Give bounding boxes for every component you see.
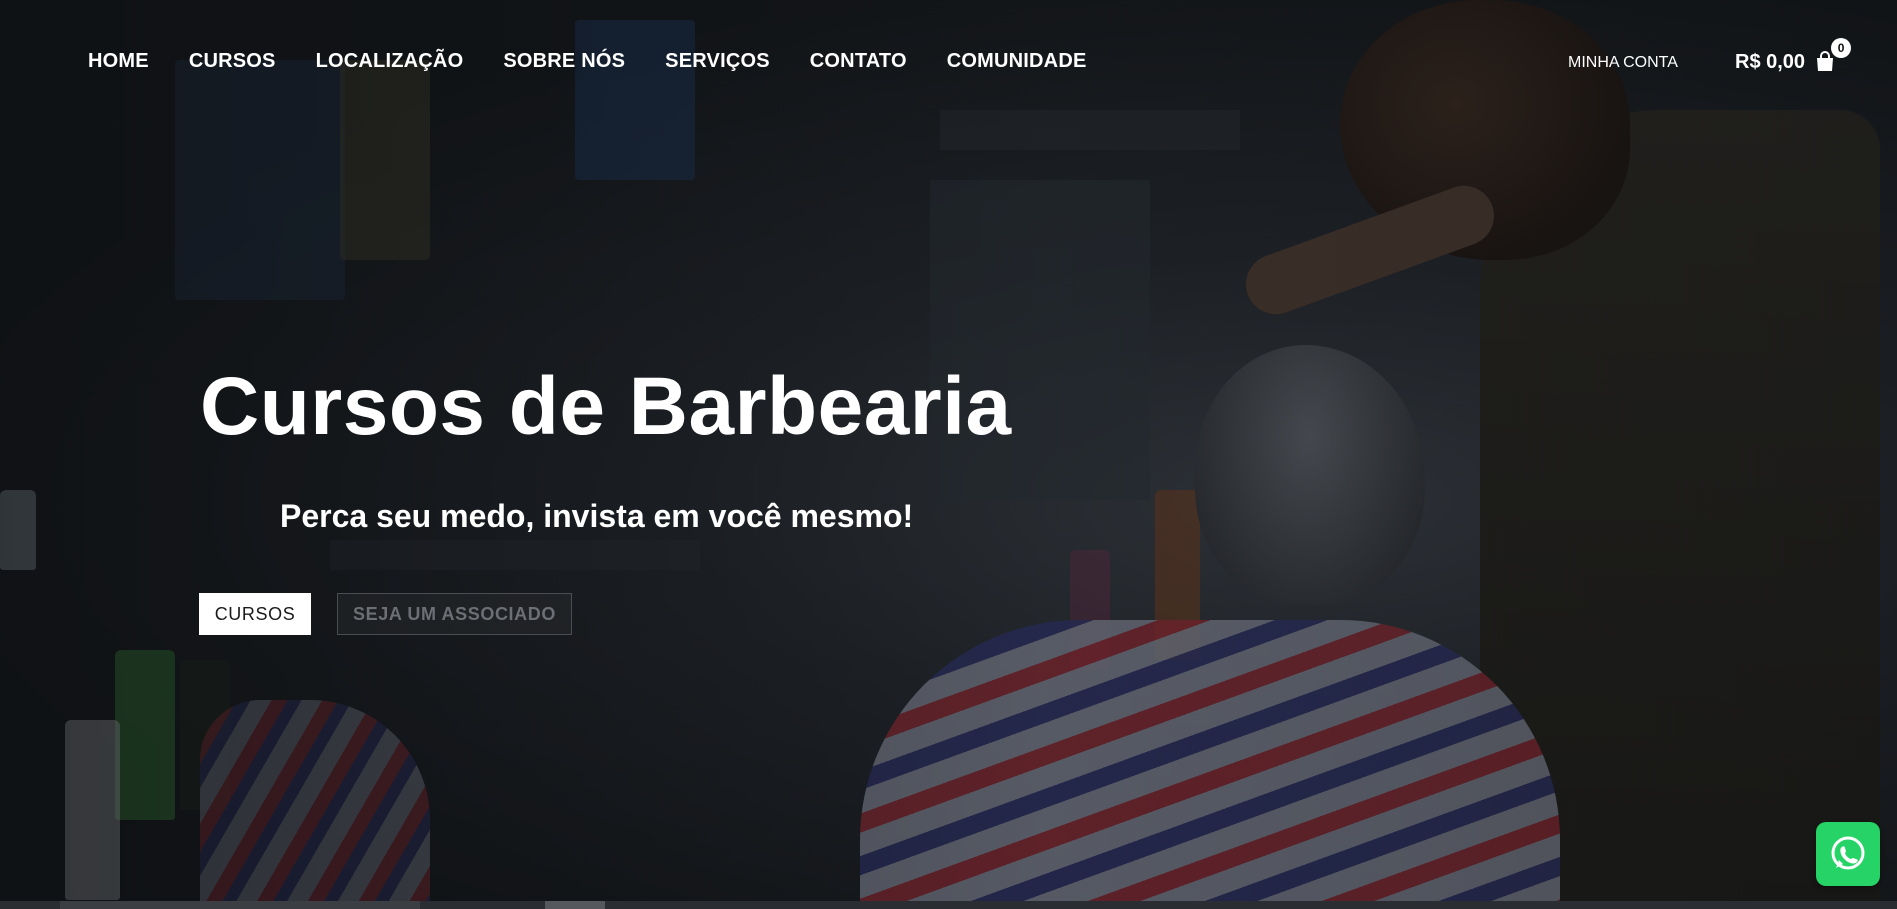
bottom-strip-segment bbox=[545, 901, 605, 909]
main-nav: HOME CURSOS LOCALIZAÇÃO SOBRE NÓS SERVIÇ… bbox=[88, 50, 1087, 73]
nav-item-home[interactable]: HOME bbox=[88, 50, 149, 73]
whatsapp-icon bbox=[1831, 836, 1865, 870]
cart-count-badge: 0 bbox=[1831, 38, 1852, 58]
associate-button[interactable]: SEJA UM ASSOCIADO bbox=[337, 593, 572, 635]
cursos-button[interactable]: CURSOS bbox=[199, 593, 311, 635]
shopping-bag-icon[interactable]: 0 bbox=[1813, 38, 1852, 74]
hero-section: HOME CURSOS LOCALIZAÇÃO SOBRE NÓS SERVIÇ… bbox=[0, 0, 1897, 909]
nav-item-servicos[interactable]: SERVIÇOS bbox=[665, 50, 770, 73]
nav-item-cursos[interactable]: CURSOS bbox=[189, 50, 276, 73]
hero-subtitle: Perca seu medo, invista em você mesmo! bbox=[280, 498, 914, 534]
bottom-strip-segment bbox=[60, 901, 420, 909]
cart-total: R$ 0,00 bbox=[1735, 50, 1806, 73]
hero-title: Cursos de Barbearia bbox=[200, 361, 1012, 452]
hero-overlay bbox=[0, 0, 1897, 909]
nav-item-sobre-nos[interactable]: SOBRE NÓS bbox=[503, 50, 625, 73]
nav-item-comunidade[interactable]: COMUNIDADE bbox=[947, 50, 1087, 73]
nav-item-contato[interactable]: CONTATO bbox=[810, 50, 907, 73]
cart-button[interactable]: R$ 0,00 0 bbox=[1735, 38, 1852, 74]
whatsapp-button[interactable] bbox=[1816, 822, 1880, 886]
account-link[interactable]: MINHA CONTA bbox=[1568, 54, 1678, 72]
nav-item-localizacao[interactable]: LOCALIZAÇÃO bbox=[316, 50, 464, 73]
